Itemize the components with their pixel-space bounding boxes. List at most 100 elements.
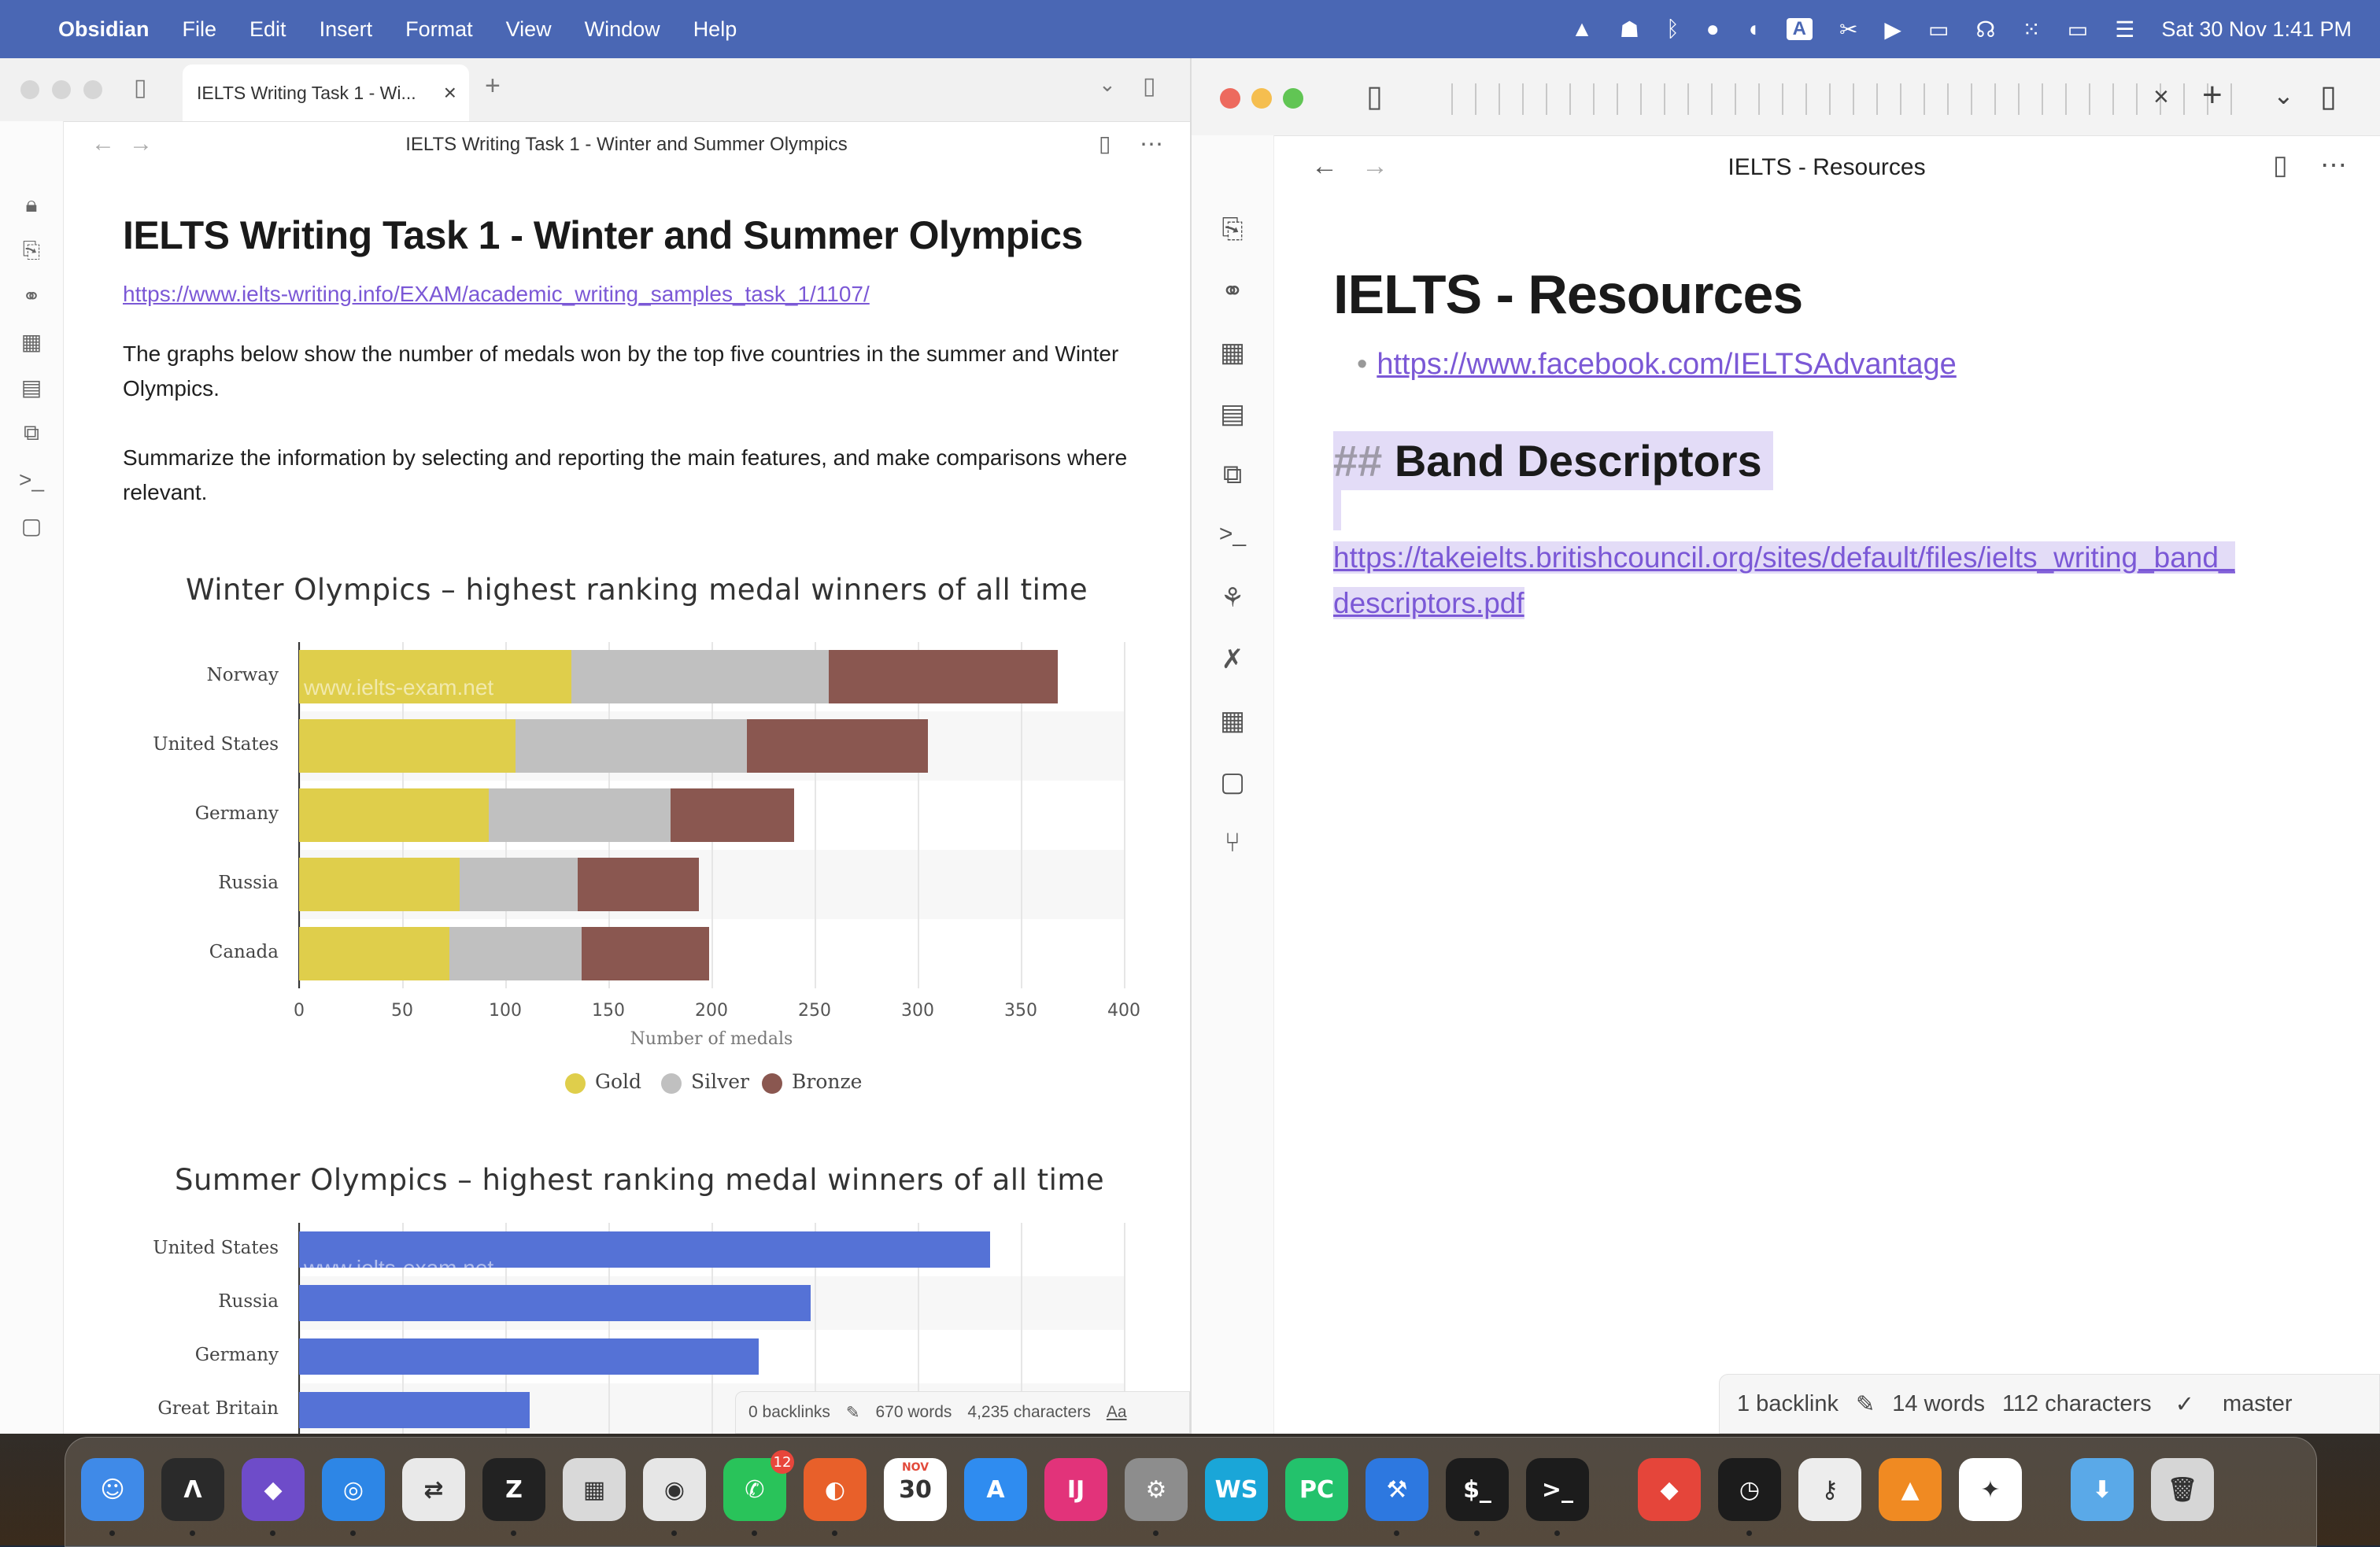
dock-terminal-icon[interactable]: >_ bbox=[1526, 1458, 1589, 1521]
dock-passwords-icon[interactable]: ⚷ bbox=[1798, 1458, 1861, 1521]
menubar-clock[interactable]: Sat 30 Nov 1:41 PM bbox=[2161, 17, 2352, 42]
dock-remote-desktop-icon[interactable]: ⇄ bbox=[402, 1458, 465, 1521]
running-indicator bbox=[1153, 1530, 1159, 1536]
menu-file[interactable]: File bbox=[183, 17, 217, 42]
close-window-button[interactable] bbox=[1220, 88, 1240, 109]
dock-alacritty-icon[interactable]: Λ bbox=[161, 1458, 224, 1521]
more-options-icon[interactable]: ⋯ bbox=[2320, 150, 2347, 181]
input-source-icon[interactable]: A bbox=[1786, 18, 1813, 40]
vlc-icon[interactable]: ▲ bbox=[1571, 17, 1593, 42]
menu-window[interactable]: Window bbox=[585, 17, 660, 42]
sprout-icon[interactable]: ⚘ bbox=[1192, 582, 1273, 614]
daily-note-icon[interactable]: ▤ bbox=[1192, 398, 1273, 430]
tools-icon[interactable]: ✗ bbox=[1192, 644, 1273, 675]
table-icon[interactable]: ▦ bbox=[1192, 705, 1273, 737]
ghost-icon[interactable]: ☗ bbox=[1620, 17, 1639, 42]
pdf-link-line-2[interactable]: descriptors.pdf bbox=[1333, 587, 1524, 619]
backlinks-count[interactable]: 0 backlinks bbox=[748, 1403, 830, 1422]
control-center-icon[interactable]: ☰ bbox=[2115, 17, 2134, 42]
dock-app-glyph: ▦ bbox=[582, 1475, 606, 1504]
dock-pycharm-icon[interactable]: PC bbox=[1285, 1458, 1348, 1521]
comment-icon[interactable]: ▢ bbox=[1192, 766, 1273, 798]
editor-mode[interactable]: Aa bbox=[1107, 1403, 1127, 1422]
right-view-header: ← → IELTS - Resources ▯ ⋯ bbox=[1273, 135, 2380, 198]
menu-edit[interactable]: Edit bbox=[249, 17, 286, 42]
minimize-window-button[interactable] bbox=[1251, 88, 1272, 109]
backlinks-count[interactable]: 1 backlink bbox=[1737, 1391, 1839, 1417]
menu-help[interactable]: Help bbox=[693, 17, 737, 42]
dock-obsidian-icon[interactable]: ◆ bbox=[242, 1458, 305, 1521]
edit-pencil-icon[interactable]: ✎ bbox=[1856, 1390, 1875, 1418]
reading-view-icon[interactable]: ▯ bbox=[2273, 150, 2288, 181]
dock-webstorm-icon[interactable]: WS bbox=[1205, 1458, 1268, 1521]
word-count[interactable]: 670 words bbox=[876, 1403, 952, 1422]
templates-icon[interactable]: ⧉ bbox=[1192, 460, 1273, 490]
dock-app-glyph: 🗑 bbox=[2167, 1475, 2198, 1504]
dock-trash-icon[interactable]: 🗑 bbox=[2151, 1458, 2214, 1521]
battery-icon[interactable]: ▭ bbox=[2068, 17, 2088, 42]
dock-calendar-icon[interactable]: 30 NOV bbox=[884, 1458, 947, 1521]
running-indicator bbox=[752, 1530, 757, 1536]
dock-system-settings-icon[interactable]: ⚙ bbox=[1125, 1458, 1188, 1521]
right-tab-bar: ▯ × + ⌄ ▯ bbox=[1192, 58, 2380, 136]
dock-app-store-icon[interactable]: A bbox=[964, 1458, 1027, 1521]
dock-clock-icon[interactable]: ◷ bbox=[1718, 1458, 1781, 1521]
sidebar-toggle-icon[interactable]: ▯ bbox=[1366, 79, 1383, 114]
view-title[interactable]: IELTS - Resources bbox=[1273, 154, 2380, 181]
dock-app-glyph: ☺ bbox=[100, 1475, 125, 1504]
character-count[interactable]: 112 characters bbox=[2002, 1391, 2152, 1417]
category-label: Russia bbox=[218, 1291, 279, 1312]
menu-insert[interactable]: Insert bbox=[320, 17, 373, 42]
command-palette-icon[interactable]: >_ bbox=[1192, 521, 1273, 548]
word-count[interactable]: 14 words bbox=[1892, 1391, 1985, 1417]
running-indicator bbox=[832, 1530, 837, 1536]
headphones-icon[interactable]: ☊ bbox=[1975, 17, 1995, 42]
dock-vlc-icon[interactable]: ▲ bbox=[1879, 1458, 1942, 1521]
elephant-icon[interactable]: ◖ bbox=[1746, 17, 1760, 42]
pdf-link-line-1[interactable]: https://takeielts.britishcouncil.org/sit… bbox=[1333, 541, 2235, 574]
dock-zed-icon[interactable]: Z bbox=[482, 1458, 545, 1521]
zoom-window-button[interactable] bbox=[1283, 88, 1303, 109]
dock-terminal-green-icon[interactable]: $_ bbox=[1446, 1458, 1509, 1521]
dock-chrome-icon[interactable]: ◉ bbox=[643, 1458, 706, 1521]
edit-pencil-icon[interactable]: ✎ bbox=[846, 1403, 860, 1423]
right-sidebar-toggle-icon[interactable]: ▯ bbox=[2320, 79, 2337, 114]
dock-safari-icon[interactable]: ◎ bbox=[322, 1458, 385, 1521]
display-icon[interactable]: ▭ bbox=[1928, 17, 1949, 42]
sync-check-icon[interactable]: ✓ bbox=[2175, 1390, 2194, 1418]
category-label: Germany bbox=[194, 1345, 279, 1365]
open-switcher-icon[interactable]: ⎘ bbox=[1192, 214, 1273, 245]
heading-marker: ## bbox=[1333, 436, 1383, 486]
character-count[interactable]: 4,235 characters bbox=[967, 1403, 1090, 1422]
dock-intellij-icon[interactable]: IJ bbox=[1044, 1458, 1107, 1521]
dock-whatsapp-icon[interactable]: ✆ 12 bbox=[723, 1450, 794, 1521]
play-icon[interactable]: ▶ bbox=[1884, 17, 1901, 42]
tab-strip[interactable] bbox=[1451, 83, 2238, 115]
avatar-icon[interactable]: ● bbox=[1706, 17, 1720, 42]
menu-view[interactable]: View bbox=[506, 17, 552, 42]
dock-downloads-icon[interactable]: ⬇ bbox=[2071, 1458, 2134, 1521]
dock-finder-icon[interactable]: ☺ bbox=[81, 1458, 144, 1521]
facebook-link[interactable]: https://www.facebook.com/IELTSAdvantage bbox=[1377, 348, 1956, 381]
h2-line[interactable]: ## Band Descriptors bbox=[1333, 431, 2356, 490]
bluetooth-icon[interactable]: ᛒ bbox=[1666, 17, 1680, 42]
dock-anydesk-icon[interactable]: ◆ bbox=[1638, 1458, 1701, 1521]
menu-app-name[interactable]: Obsidian bbox=[58, 17, 150, 42]
canvas-icon[interactable]: ▦ bbox=[1192, 337, 1273, 368]
git-branch[interactable]: master bbox=[2223, 1391, 2293, 1417]
close-tab-icon[interactable]: × bbox=[2153, 82, 2169, 113]
empty-line[interactable] bbox=[1333, 489, 1341, 530]
dock-messenger-icon[interactable]: ✦ bbox=[1959, 1458, 2022, 1521]
new-tab-icon[interactable]: + bbox=[2202, 76, 2223, 115]
graph-view-icon[interactable]: ⚭ bbox=[1192, 275, 1273, 307]
dock-app-glyph: ◎ bbox=[342, 1475, 364, 1504]
grid-icon[interactable]: ⁙ bbox=[2022, 17, 2040, 42]
tab-list-chevron-icon[interactable]: ⌄ bbox=[2273, 80, 2294, 110]
menu-format[interactable]: Format bbox=[405, 17, 473, 42]
dock-xcode-icon[interactable]: ⚒ bbox=[1366, 1458, 1428, 1521]
git-icon[interactable]: ⑂ bbox=[1192, 828, 1273, 858]
notification-badge: 12 bbox=[771, 1450, 794, 1474]
scissors-icon[interactable]: ✂ bbox=[1839, 17, 1857, 42]
dock-launchpad-icon[interactable]: ▦ bbox=[563, 1458, 626, 1521]
dock-firefox-icon[interactable]: ◐ bbox=[804, 1458, 867, 1521]
